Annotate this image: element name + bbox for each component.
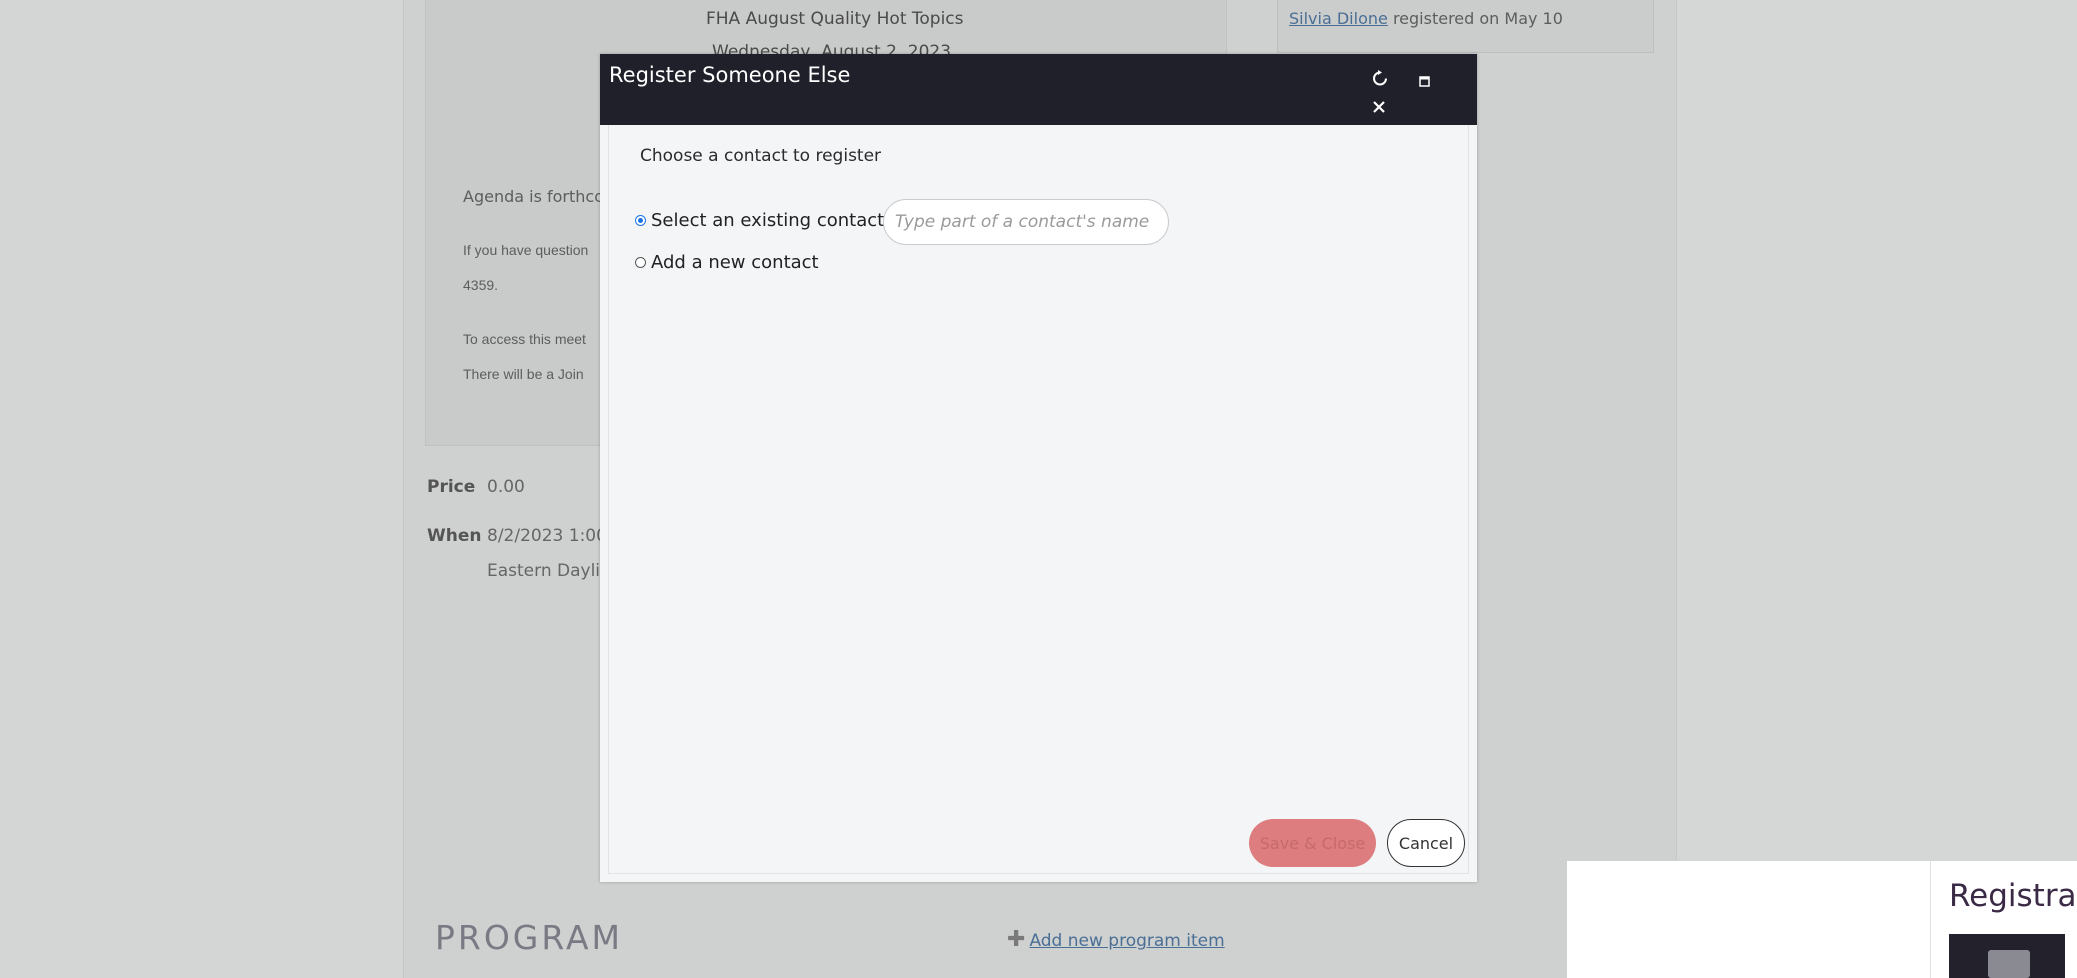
- page-left-gutter: [0, 0, 403, 978]
- close-icon[interactable]: [1371, 100, 1387, 116]
- event-title: FHA August Quality Hot Topics: [706, 9, 964, 29]
- dialog-header: Register Someone Else: [600, 54, 1477, 125]
- maximize-icon[interactable]: [1418, 73, 1430, 87]
- panel-divider: [1930, 861, 1931, 978]
- when-label: When: [427, 526, 482, 546]
- price-value: 0.00: [487, 477, 525, 497]
- price-label: Price: [427, 477, 476, 497]
- existing-contact-label[interactable]: Select an existing contact: [651, 210, 884, 231]
- registration-text: registered on May 10: [1392, 9, 1563, 28]
- dialog-subtitle: Choose a contact to register: [640, 146, 882, 166]
- save-close-button[interactable]: Save & Close: [1249, 819, 1376, 867]
- contact-search-input[interactable]: [883, 199, 1169, 245]
- add-program-item-link[interactable]: Add new program item: [1029, 931, 1224, 951]
- questions-text-cont: 4359.: [463, 277, 499, 293]
- add-program-item[interactable]: ✚ Add new program item: [1007, 927, 1225, 952]
- when-value: 8/2/2023 1:00: [487, 526, 607, 546]
- registrant-panel-title: Registran: [1949, 878, 2077, 914]
- plus-icon: ✚: [1007, 927, 1026, 952]
- join-text: There will be a Join: [463, 366, 584, 382]
- agenda-text: Agenda is forthco: [463, 187, 604, 206]
- access-text: To access this meet: [463, 331, 586, 347]
- refresh-icon[interactable]: [1372, 69, 1388, 89]
- registrant-link[interactable]: Silvia Dilone: [1289, 9, 1388, 28]
- program-heading: PROGRAM: [435, 918, 624, 957]
- existing-contact-radio[interactable]: [635, 215, 646, 226]
- new-contact-radio[interactable]: [635, 257, 646, 268]
- questions-text: If you have question: [463, 242, 589, 258]
- dialog-title: Register Someone Else: [609, 63, 851, 87]
- register-someone-else-dialog: Register Someone Else Choose a contact t…: [600, 54, 1477, 882]
- new-contact-label[interactable]: Add a new contact: [651, 252, 819, 273]
- cancel-button[interactable]: Cancel: [1387, 819, 1465, 867]
- camera-icon: [1988, 950, 2030, 978]
- registration-entry: Silvia Dilone registered on May 10: [1289, 9, 1563, 28]
